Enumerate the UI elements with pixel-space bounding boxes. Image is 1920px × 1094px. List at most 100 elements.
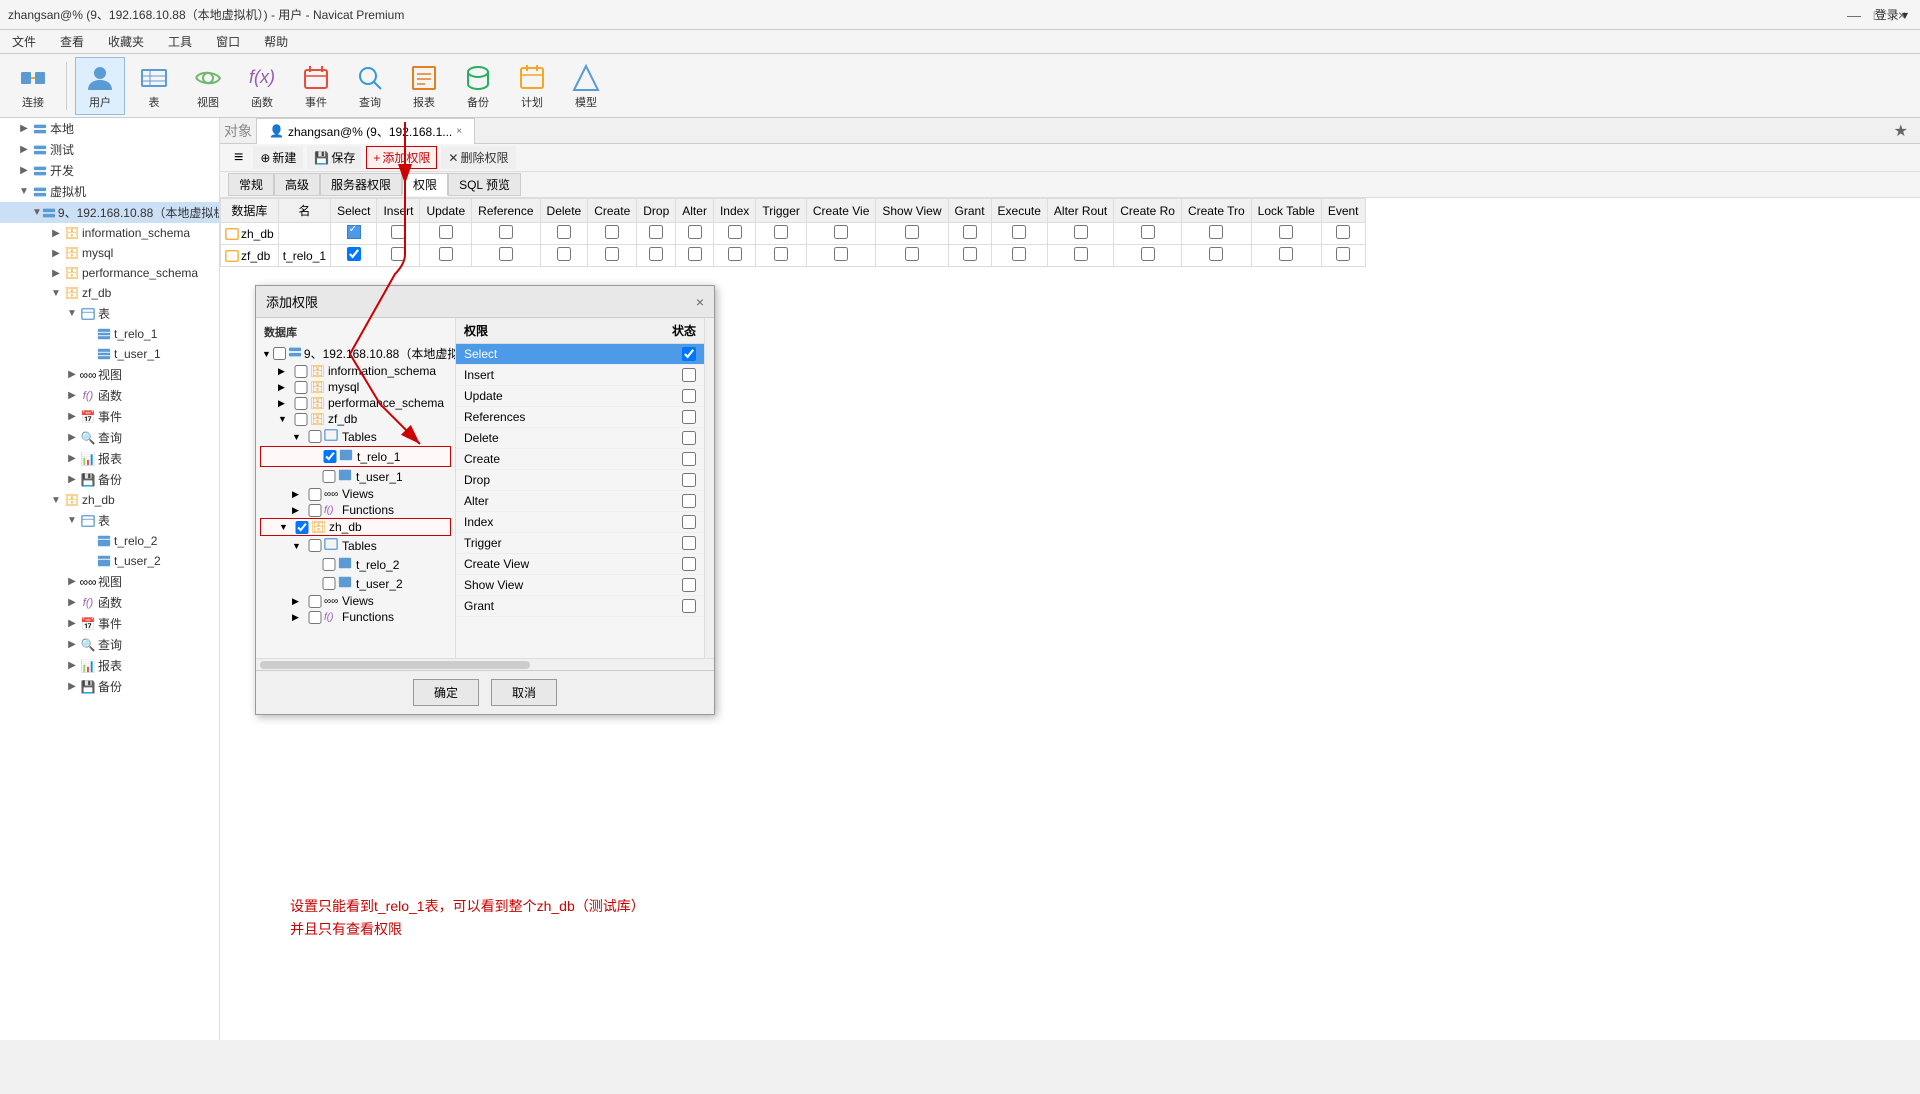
tree-zf-tables[interactable]: ▼ Tables [260, 427, 451, 446]
sidebar-item-t-relo-2[interactable]: t_relo_2 [0, 531, 219, 551]
sidebar-item-mysql[interactable]: ▶ 🗄 mysql [0, 243, 219, 263]
h-scrollbar-thumb[interactable] [260, 661, 530, 669]
new-button[interactable]: ⊕ 新建 [253, 146, 303, 169]
sidebar-item-vm[interactable]: ▼ 虚拟机 [0, 181, 219, 202]
row1-alter[interactable] [676, 223, 714, 245]
row1-create[interactable] [588, 223, 637, 245]
row2-reference[interactable] [472, 245, 540, 267]
row1-create-tr[interactable] [1181, 223, 1251, 245]
perm-cb-drop[interactable] [682, 473, 696, 487]
minimize-button[interactable]: — [1844, 5, 1864, 25]
tree-perf-schema[interactable]: ▶ 🗄 performance_schema [260, 395, 451, 411]
tree-perf-checkbox[interactable] [294, 397, 308, 410]
tree-zh-views[interactable]: ▶ ∞∞ Views [260, 593, 451, 609]
sidebar-item-zf-views[interactable]: ▶ ∞∞ 视图 [0, 364, 219, 385]
tree-t-relo-2-checkbox[interactable] [322, 558, 336, 571]
toolbar-report[interactable]: 报表 [399, 57, 449, 115]
toolbar-table[interactable]: 表 [129, 57, 179, 115]
perm-cb-show-view[interactable] [682, 578, 696, 592]
perm-item-grant[interactable]: Grant [456, 596, 704, 617]
menu-view[interactable]: 查看 [56, 31, 88, 52]
delete-permission-button[interactable]: ✕ 删除权限 [441, 146, 515, 169]
tree-zf-funcs-checkbox[interactable] [308, 504, 322, 517]
tree-t-relo-2[interactable]: t_relo_2 [260, 555, 451, 574]
tree-zf-views-checkbox[interactable] [308, 488, 322, 501]
sidebar-item-zf-queries[interactable]: ▶ 🔍 查询 [0, 427, 219, 448]
tab-zhangsan[interactable]: 👤 zhangsan@% (9、192.168.1... × [256, 118, 475, 144]
row2-create[interactable] [588, 245, 637, 267]
tree-zf-db[interactable]: ▼ 🗄 zf_db [260, 411, 451, 427]
menu-file[interactable]: 文件 [8, 31, 40, 52]
row1-drop[interactable] [637, 223, 676, 245]
tree-t-user-2-checkbox[interactable] [322, 577, 336, 590]
menu-help[interactable]: 帮助 [260, 31, 292, 52]
tree-t-relo-1-checkbox[interactable] [323, 450, 337, 463]
sidebar-item-zf-db[interactable]: ▼ 🗄 zf_db [0, 283, 219, 303]
row2-trigger[interactable] [756, 245, 807, 267]
row1-alter-rout[interactable] [1047, 223, 1113, 245]
row2-update[interactable] [420, 245, 472, 267]
toolbar-query[interactable]: 查询 [345, 57, 395, 115]
tree-zh-funcs[interactable]: ▶ f() Functions [260, 609, 451, 625]
save-button[interactable]: 💾 保存 [307, 146, 362, 169]
tree-zf-checkbox[interactable] [294, 413, 308, 426]
row2-insert[interactable] [377, 245, 420, 267]
menu-favorites[interactable]: 收藏夹 [104, 31, 148, 52]
perm-item-alter[interactable]: Alter [456, 491, 704, 512]
row2-execute[interactable] [991, 245, 1047, 267]
tree-zh-tables[interactable]: ▼ Tables [260, 536, 451, 555]
sidebar-item-zf-reports[interactable]: ▶ 📊 报表 [0, 448, 219, 469]
row1-reference[interactable] [472, 223, 540, 245]
perm-item-select[interactable]: Select [456, 344, 704, 365]
sidebar-item-local[interactable]: ▶ 本地 [0, 118, 219, 139]
tab-permissions[interactable]: 权限 [402, 173, 448, 196]
row1-create-view[interactable] [806, 223, 875, 245]
sidebar-item-zh-funcs[interactable]: ▶ f() 函数 [0, 592, 219, 613]
row1-index[interactable] [713, 223, 755, 245]
row1-execute[interactable] [991, 223, 1047, 245]
toolbar-event[interactable]: 事件 [291, 57, 341, 115]
cancel-button[interactable]: 取消 [491, 679, 557, 706]
toolbar-func[interactable]: f(x) 函数 [237, 57, 287, 115]
toolbar-user[interactable]: 用户 [75, 57, 125, 115]
sidebar-item-t-user-1[interactable]: t_user_1 [0, 344, 219, 364]
perm-cb-create[interactable] [682, 452, 696, 466]
perm-cb-grant[interactable] [682, 599, 696, 613]
row1-trigger[interactable] [756, 223, 807, 245]
perm-cb-update[interactable] [682, 389, 696, 403]
scrollbar[interactable] [704, 318, 714, 658]
add-permission-button[interactable]: + 添加权限 [366, 146, 437, 169]
row2-index[interactable] [713, 245, 755, 267]
row2-select[interactable] [331, 245, 377, 267]
tree-zf-funcs[interactable]: ▶ f() Functions [260, 502, 451, 518]
sidebar-item-t-user-2[interactable]: t_user_2 [0, 551, 219, 571]
login-button[interactable]: 登录 ▾ [1871, 4, 1912, 25]
row2-grant[interactable] [948, 245, 991, 267]
row1-update[interactable] [420, 223, 472, 245]
perm-cb-references[interactable] [682, 410, 696, 424]
tree-zf-tables-checkbox[interactable] [308, 430, 322, 443]
row1-create-ro[interactable] [1114, 223, 1182, 245]
sidebar-item-test[interactable]: ▶ 测试 [0, 139, 219, 160]
tab-fav-icon[interactable]: ★ [1886, 121, 1916, 141]
perm-item-references[interactable]: References [456, 407, 704, 428]
tree-zh-tables-checkbox[interactable] [308, 539, 322, 552]
sidebar-item-192[interactable]: ▼ 9、192.168.10.88（本地虚拟机） [0, 202, 219, 223]
dialog-close-button[interactable]: × [696, 294, 704, 310]
perm-item-trigger[interactable]: Trigger [456, 533, 704, 554]
row2-alter[interactable] [676, 245, 714, 267]
sidebar-item-zh-events[interactable]: ▶ 📅 事件 [0, 613, 219, 634]
row1-show-view[interactable] [876, 223, 948, 245]
perm-cb-index[interactable] [682, 515, 696, 529]
row2-delete[interactable] [540, 245, 588, 267]
row1-event[interactable] [1321, 223, 1365, 245]
perm-item-create[interactable]: Create [456, 449, 704, 470]
sidebar-item-dev[interactable]: ▶ 开发 [0, 160, 219, 181]
sidebar-item-zh-db[interactable]: ▼ 🗄 zh_db [0, 490, 219, 510]
sidebar-item-zh-queries[interactable]: ▶ 🔍 查询 [0, 634, 219, 655]
tab-server-perm[interactable]: 服务器权限 [320, 173, 402, 196]
toolbar-backup[interactable]: 备份 [453, 57, 503, 115]
menu-window[interactable]: 窗口 [212, 31, 244, 52]
confirm-button[interactable]: 确定 [413, 679, 479, 706]
row2-show-view[interactable] [876, 245, 948, 267]
